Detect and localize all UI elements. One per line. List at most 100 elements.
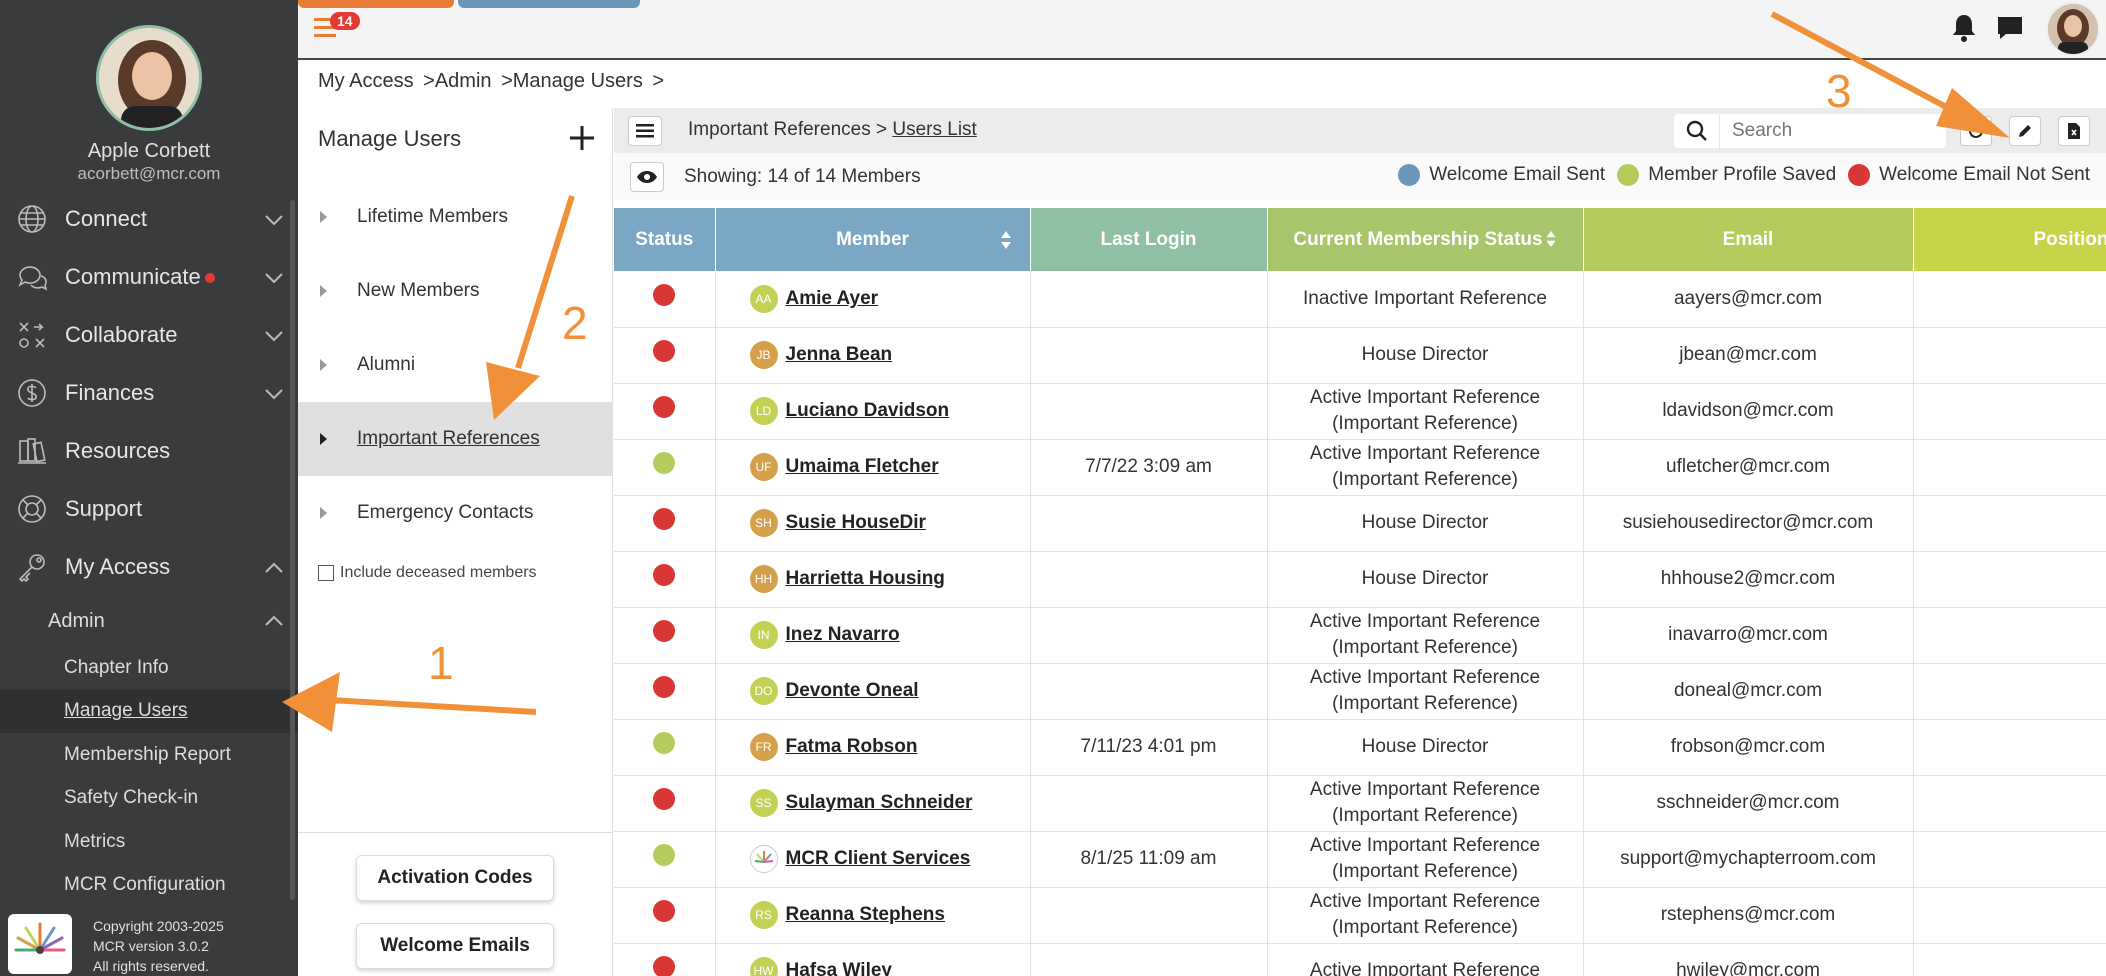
email-cell: hhhouse2@mcr.com xyxy=(1583,551,1914,608)
sort-icon[interactable] xyxy=(1545,230,1557,248)
hamburger-menu-icon[interactable] xyxy=(628,116,662,146)
nav-manage-users[interactable]: Manage Users xyxy=(0,689,298,733)
member-name-link[interactable]: Sulayman Schneider xyxy=(786,792,973,813)
col-header-position[interactable]: Position xyxy=(1913,208,2106,271)
member-name-link[interactable]: Fatma Robson xyxy=(786,736,918,757)
message-icon[interactable] xyxy=(1990,8,2030,48)
add-icon[interactable] xyxy=(566,122,598,154)
table-row[interactable]: AA Amie Ayer Inactive Important Reference a… xyxy=(614,271,2106,328)
table-row[interactable]: MCR Client Services 8/1/25 11:09 am Active… xyxy=(614,831,2106,888)
col-header-last-login[interactable]: Last Login xyxy=(1030,208,1268,271)
table-row[interactable]: FR Fatma Robson 7/11/23 4:01 pm House Direc… xyxy=(614,719,2106,776)
table-row[interactable]: UF Umaima Fletcher 7/7/22 3:09 am Active Im… xyxy=(614,439,2106,496)
member-name-link[interactable]: Jenna Bean xyxy=(786,344,893,365)
breadcrumb: My Access >Admin >Manage Users > xyxy=(318,70,668,93)
member-name-link[interactable]: Harrietta Housing xyxy=(786,568,945,589)
member-name-link[interactable]: Amie Ayer xyxy=(786,288,879,309)
bell-icon[interactable] xyxy=(1944,8,1984,48)
member-name-link[interactable]: Devonte Oneal xyxy=(786,680,919,701)
member-name-link[interactable]: Luciano Davidson xyxy=(786,400,950,421)
member-name-link[interactable]: Reanna Stephens xyxy=(786,904,945,925)
nav-finances[interactable]: Finances xyxy=(0,364,298,422)
chevron-down-icon xyxy=(265,389,283,400)
edit-pencil-icon[interactable] xyxy=(2009,116,2041,146)
profile-avatar[interactable] xyxy=(96,25,202,131)
status-dot xyxy=(653,844,676,866)
nav-my-access[interactable]: My Access xyxy=(0,538,298,596)
legend-dot-blue xyxy=(1398,164,1421,186)
sort-icon[interactable] xyxy=(1000,230,1012,250)
breadcrumb-my-access[interactable]: My Access xyxy=(318,70,414,92)
col-header-membership-status[interactable]: Current Membership Status xyxy=(1267,208,1584,271)
export-file-icon[interactable] xyxy=(2058,116,2090,146)
member-cell: SH Susie HouseDir xyxy=(715,495,1031,552)
include-deceased-option[interactable]: Include deceased members xyxy=(318,564,537,582)
refresh-icon[interactable] xyxy=(1960,116,1992,146)
table-row[interactable]: RS Reanna Stephens Active Important Refere… xyxy=(614,887,2106,944)
position-cell xyxy=(1913,607,2106,664)
book-icon xyxy=(12,431,52,471)
welcome-emails-button[interactable]: Welcome Emails xyxy=(356,923,554,969)
breadcrumb-manage-users[interactable]: >Manage Users xyxy=(501,70,643,92)
panel-actions: Activation Codes Welcome Emails xyxy=(298,832,612,969)
include-deceased-checkbox[interactable] xyxy=(318,565,334,581)
table-row[interactable]: DO Devonte Oneal Active Important Referenc… xyxy=(614,663,2106,720)
col-header-email[interactable]: Email xyxy=(1583,208,1914,271)
group-lifetime-members[interactable]: Lifetime Members xyxy=(298,180,612,254)
nav-metrics[interactable]: Metrics xyxy=(0,820,298,864)
search-icon[interactable] xyxy=(1674,114,1720,148)
member-cell: RS Reanna Stephens xyxy=(715,887,1031,944)
crumb-current[interactable]: Users List xyxy=(892,119,976,140)
status-dot xyxy=(653,620,676,642)
email-cell: jbean@mcr.com xyxy=(1583,327,1914,384)
table-row[interactable]: JB Jenna Bean House Directorjbean@mcr.comH… xyxy=(614,327,2106,384)
nav-support[interactable]: Support xyxy=(0,480,298,538)
member-name-link[interactable]: MCR Client Services xyxy=(786,848,971,869)
table-row[interactable]: IN Inez Navarro Active Important Reference… xyxy=(614,607,2106,664)
member-initials-avatar: AA xyxy=(749,284,778,313)
table-row[interactable]: SH Susie HouseDir House Director susiehouse… xyxy=(614,495,2106,552)
member-initials-avatar: IN xyxy=(749,621,778,649)
nav-admin[interactable]: Admin xyxy=(0,596,298,646)
user-avatar[interactable] xyxy=(2046,2,2100,56)
status-cell xyxy=(614,439,716,496)
top-tab-indicator[interactable] xyxy=(458,0,640,8)
nav-collaborate[interactable]: Collaborate xyxy=(0,306,298,364)
crumb-parent[interactable]: Important References > xyxy=(688,119,887,140)
group-emergency-contacts[interactable]: Emergency Contacts xyxy=(298,476,612,550)
sidebar-scrollbar[interactable] xyxy=(290,200,295,900)
member-initials-avatar: LD xyxy=(749,397,778,425)
nav-connect[interactable]: Connect xyxy=(0,190,298,248)
status-cell xyxy=(614,831,716,888)
nav-mcr-configuration[interactable]: MCR Configuration xyxy=(0,864,298,908)
activation-codes-button[interactable]: Activation Codes xyxy=(356,855,554,901)
member-name-link[interactable]: Inez Navarro xyxy=(786,624,900,645)
member-cell: AA Amie Ayer xyxy=(715,271,1031,328)
group-important-references[interactable]: Important References xyxy=(298,402,612,476)
table-row[interactable]: HW Hafsa Wiley Active Important Reference h… xyxy=(614,943,2106,976)
member-name-link[interactable]: Umaima Fletcher xyxy=(786,456,939,477)
top-tab-indicator[interactable] xyxy=(298,0,454,8)
col-header-status[interactable]: Status xyxy=(614,208,716,271)
member-name-link[interactable]: Hafsa Wiley xyxy=(786,960,893,976)
nav-membership-report[interactable]: Membership Report xyxy=(0,733,298,777)
col-header-member[interactable]: Member xyxy=(715,208,1031,271)
users-table-body: AA Amie Ayer Inactive Important Reference a… xyxy=(614,271,2106,976)
nav-resources[interactable]: Resources xyxy=(0,422,298,480)
nav-chapter-info[interactable]: Chapter Info xyxy=(0,646,298,690)
last-login-cell: 7/7/22 3:09 am xyxy=(1030,439,1268,496)
nav-communicate[interactable]: Communicate xyxy=(0,248,298,306)
table-row[interactable]: SS Sulayman Schneider Active Important Ref… xyxy=(614,775,2106,832)
member-name-link[interactable]: Susie HouseDir xyxy=(786,512,926,533)
last-login-cell xyxy=(1030,495,1268,552)
chevron-up-icon xyxy=(265,562,283,573)
email-cell: inavarro@mcr.com xyxy=(1583,607,1914,664)
users-table-container[interactable]: Status Member Last Login Current Members… xyxy=(614,208,2106,976)
status-cell xyxy=(614,551,716,608)
search-input[interactable] xyxy=(1720,120,1920,142)
table-row[interactable]: LD Luciano Davidson Active Important Refer… xyxy=(614,383,2106,440)
nav-safety-check-in[interactable]: Safety Check-in xyxy=(0,777,298,821)
breadcrumb-admin[interactable]: >Admin xyxy=(423,70,491,92)
eye-icon[interactable] xyxy=(630,162,664,192)
table-row[interactable]: HH Harrietta Housing House Director hhhouse… xyxy=(614,551,2106,608)
